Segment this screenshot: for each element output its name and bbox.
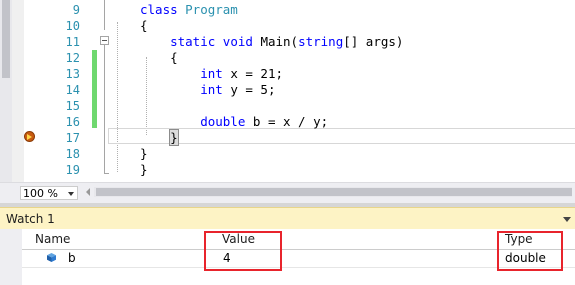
editor-status-bar: 100 % [0, 182, 575, 203]
code-line[interactable]: 10 { [24, 18, 575, 34]
watch-cell-name: b [68, 251, 76, 265]
code-editor[interactable]: 9 class Program 10 {11 static void Main(str… [0, 0, 575, 182]
indicator-margin[interactable] [12, 0, 24, 182]
code-line[interactable]: 18} [24, 146, 575, 162]
code-token: } [140, 162, 148, 177]
code-token: { [140, 18, 148, 33]
code-token: void [222, 34, 261, 49]
scroll-left-arrow-icon[interactable] [86, 188, 90, 196]
line-number: 11 [65, 35, 80, 49]
line-number: 10 [65, 19, 80, 33]
code-text: { [140, 50, 178, 66]
zoom-value: 100 % [23, 187, 58, 200]
code-token: [] args) [343, 34, 404, 49]
code-token: { [140, 50, 178, 65]
matched-brace: } [169, 129, 179, 146]
code-text: static void Main(string[] args) [140, 34, 403, 50]
code-text: { [140, 18, 148, 34]
code-token: } [140, 146, 148, 161]
code-line[interactable]: 16 double b = x / y; [24, 114, 575, 130]
row-separator [22, 267, 575, 268]
code-text: } [140, 129, 179, 146]
code-token: string [298, 34, 344, 49]
variable-cube-icon [47, 253, 56, 262]
code-token: y = 5; [230, 82, 276, 97]
zoom-dropdown[interactable]: 100 % [20, 186, 78, 200]
code-text: class Program [140, 2, 238, 18]
code-text: } [140, 162, 148, 178]
watch-window-title: Watch 1 [6, 212, 55, 226]
code-line[interactable]: 9 class Program [24, 2, 575, 18]
horizontal-scrollbar-thumb[interactable] [96, 188, 572, 196]
header-separator [22, 249, 575, 250]
code-text: } [140, 146, 148, 162]
code-token: int [140, 82, 231, 97]
watch-window: Name Value Type b 4 double [0, 229, 575, 285]
column-header-name[interactable]: Name [35, 231, 71, 248]
code-line[interactable]: 12 { [24, 50, 575, 66]
code-line[interactable]: 19} [24, 162, 575, 178]
code-token: Program [185, 2, 238, 17]
chevron-down-icon[interactable] [563, 217, 571, 222]
code-line[interactable]: 11 static void Main(string[] args) [24, 34, 575, 50]
line-number: 19 [65, 163, 80, 177]
watch-gutter [0, 229, 22, 285]
line-number: 14 [65, 83, 80, 97]
code-token: class [140, 2, 186, 17]
value-highlight-box [204, 231, 282, 271]
scrollbar-thumb[interactable] [2, 0, 10, 78]
line-number: 17 [65, 131, 80, 145]
code-token: Main( [260, 34, 299, 49]
code-line[interactable]: 15 [24, 98, 575, 114]
vertical-scrollbar[interactable] [0, 0, 12, 182]
line-number: 9 [72, 3, 80, 17]
code-token: b = x / y; [252, 114, 329, 129]
type-highlight-box [497, 231, 563, 271]
code-token: int [140, 66, 231, 81]
code-line[interactable]: 13 int x = 21; [24, 66, 575, 82]
line-number: 18 [65, 147, 80, 161]
code-line[interactable]: 14 int y = 5; [24, 82, 575, 98]
code-text: int y = 5; [140, 82, 275, 98]
line-number: 15 [65, 99, 80, 113]
code-line[interactable]: 17 } [24, 129, 575, 146]
code-text: int x = 21; [140, 66, 283, 82]
code-token: double [140, 114, 253, 129]
code-token: static [140, 34, 223, 49]
chevron-down-icon [68, 192, 74, 196]
code-text: double b = x / y; [140, 114, 328, 130]
watch-window-header[interactable]: Watch 1 [0, 207, 575, 229]
code-token: x = 21; [230, 66, 283, 81]
line-number: 12 [65, 51, 80, 65]
line-number: 13 [65, 67, 80, 81]
line-number: 16 [65, 115, 80, 129]
